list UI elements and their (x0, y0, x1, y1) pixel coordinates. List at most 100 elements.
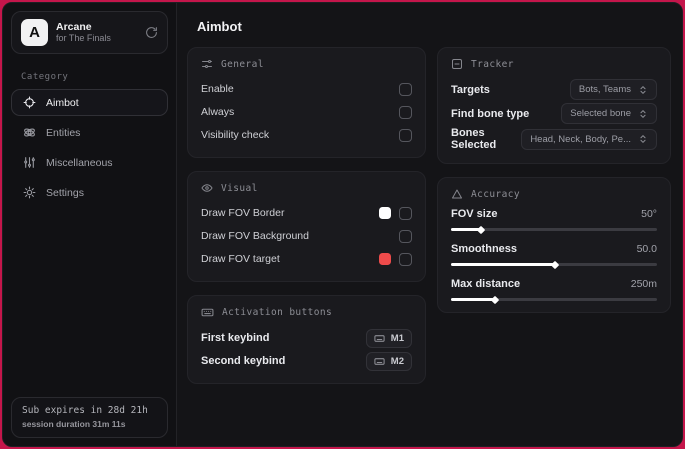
max-distance-slider[interactable] (451, 295, 657, 304)
keybind-value: M2 (390, 355, 404, 367)
setting-label: Always (201, 106, 235, 118)
targets-select[interactable]: Bots, Teams (569, 79, 657, 100)
select-value: Selected bone (570, 108, 631, 119)
app-logo: A (21, 19, 48, 46)
sidebar-item-label: Settings (46, 186, 84, 199)
sidebar-item-label: Aimbot (46, 96, 79, 109)
max-distance-slider-group: Max distance 250m (451, 278, 657, 304)
sidebar-item-label: Entities (46, 126, 81, 139)
slider-thumb[interactable] (550, 260, 560, 269)
session-duration-text: session duration 31m 11s (22, 419, 126, 429)
activation-card-title: Activation buttons (222, 307, 333, 318)
slider-thumb[interactable] (476, 225, 486, 234)
slider-fill (451, 260, 560, 269)
accuracy-card: Accuracy FOV size 50° Smoothness 50.0 Ma… (437, 177, 671, 313)
sidebar-item-label: Miscellaneous (46, 156, 113, 169)
setting-label: Bones Selected (451, 127, 497, 151)
first-keybind-button[interactable]: M1 (365, 328, 412, 348)
bones-selected-select[interactable]: Head, Neck, Body, Pe... (521, 128, 657, 150)
setting-label: Second keybind (201, 355, 286, 367)
slider-fill (451, 295, 500, 304)
setting-label: Draw FOV target (201, 253, 280, 265)
fov-border-color-swatch[interactable] (379, 207, 391, 219)
chevrons-up-down-icon (638, 134, 648, 144)
sub-expiry-text: Sub expires in 28d 21h (22, 405, 148, 416)
slider-label: FOV size (451, 208, 498, 220)
draw-fov-background-checkbox[interactable] (399, 229, 412, 243)
setting-label: Draw FOV Border (201, 207, 285, 219)
slider-label: Max distance (451, 278, 521, 290)
sync-icon[interactable] (145, 26, 158, 39)
sidebar-nav: Aimbot Entities Miscellaneous Settings (3, 89, 176, 206)
setting-label: Targets (451, 83, 490, 96)
brand-text: Arcane for The Finals (56, 21, 137, 43)
sliders-horizontal-icon (201, 58, 213, 70)
app-subtitle: for The Finals (56, 33, 111, 44)
tracker-card-title: Tracker (471, 58, 514, 70)
setting-row-enable: Enable (201, 78, 412, 100)
select-value: Bots, Teams (578, 84, 631, 95)
sidebar-item-entities[interactable]: Entities (11, 119, 168, 146)
find-bone-type-select[interactable]: Selected bone (561, 103, 657, 124)
keyboard-icon (374, 333, 385, 344)
chevrons-up-down-icon (638, 109, 648, 119)
general-card-title: General (221, 58, 264, 70)
page-title: Aimbot (197, 19, 242, 34)
setting-row-second-keybind: Second keybind M2 (201, 350, 412, 372)
chevrons-up-down-icon (638, 85, 648, 95)
gear-icon (23, 186, 36, 199)
slider-fill (451, 225, 486, 234)
main-right-column: Tracker Targets Bots, Teams Find bone ty… (437, 47, 671, 313)
draw-fov-border-checkbox[interactable] (399, 206, 412, 220)
activation-card-header: Activation buttons (201, 306, 412, 319)
keybind-value: M1 (390, 332, 404, 344)
second-keybind-button[interactable]: M2 (365, 351, 412, 371)
setting-row-always: Always (201, 101, 412, 123)
sidebar-item-settings[interactable]: Settings (11, 179, 168, 206)
activation-buttons-card: Activation buttons First keybind M1 Seco… (187, 295, 426, 384)
category-label: Category (21, 72, 69, 82)
setting-label: Find bone type (451, 107, 530, 120)
fov-size-slider-group: FOV size 50° (451, 208, 657, 234)
keyboard-icon (201, 306, 214, 319)
brand-card: A Arcane for The Finals (11, 11, 168, 54)
general-card-header: General (201, 58, 412, 70)
slider-thumb[interactable] (491, 295, 500, 304)
visual-card-header: Visual (201, 182, 412, 194)
smoothness-slider[interactable] (451, 260, 657, 269)
main-left-column: General Enable Always Visibility check V… (187, 47, 426, 384)
sliders-vertical-icon (23, 156, 36, 169)
sidebar: A Arcane for The Finals Category Aimbot (3, 3, 177, 446)
always-checkbox[interactable] (399, 105, 412, 119)
setting-label: Enable (201, 83, 234, 95)
slider-value: 50.0 (636, 243, 657, 255)
app-window: A Arcane for The Finals Category Aimbot (2, 2, 683, 447)
smoothness-slider-group: Smoothness 50.0 (451, 243, 657, 269)
sidebar-item-miscellaneous[interactable]: Miscellaneous (11, 149, 168, 176)
slider-label: Smoothness (451, 243, 518, 255)
triangle-icon (451, 188, 463, 200)
setting-label: Visibility check (201, 129, 270, 141)
visual-card: Visual Draw FOV Border Draw FOV Backgrou… (187, 171, 426, 282)
setting-label: Draw FOV Background (201, 230, 309, 242)
main-content: Aimbot General Enable Always Visibility … (177, 3, 682, 446)
app-name: Arcane (56, 21, 92, 34)
keyboard-icon (374, 356, 385, 367)
crosshair-icon (23, 96, 36, 109)
select-value: Head, Neck, Body, Pe... (530, 133, 631, 145)
setting-row-draw-fov-background: Draw FOV Background (201, 225, 412, 247)
visual-card-title: Visual (221, 182, 258, 194)
setting-row-find-bone-type: Find bone type Selected bone (451, 102, 657, 125)
general-card: General Enable Always Visibility check (187, 47, 426, 158)
visibility-check-checkbox[interactable] (399, 128, 412, 142)
draw-fov-target-checkbox[interactable] (399, 252, 412, 266)
square-dash-icon (451, 58, 463, 70)
tracker-card: Tracker Targets Bots, Teams Find bone ty… (437, 47, 671, 164)
enable-checkbox[interactable] (399, 82, 412, 96)
accuracy-card-title: Accuracy (471, 188, 520, 200)
setting-label: First keybind (201, 332, 270, 344)
fov-size-slider[interactable] (451, 225, 657, 234)
fov-target-color-swatch[interactable] (379, 253, 391, 265)
sidebar-item-aimbot[interactable]: Aimbot (11, 89, 168, 116)
tracker-card-header: Tracker (451, 58, 657, 70)
